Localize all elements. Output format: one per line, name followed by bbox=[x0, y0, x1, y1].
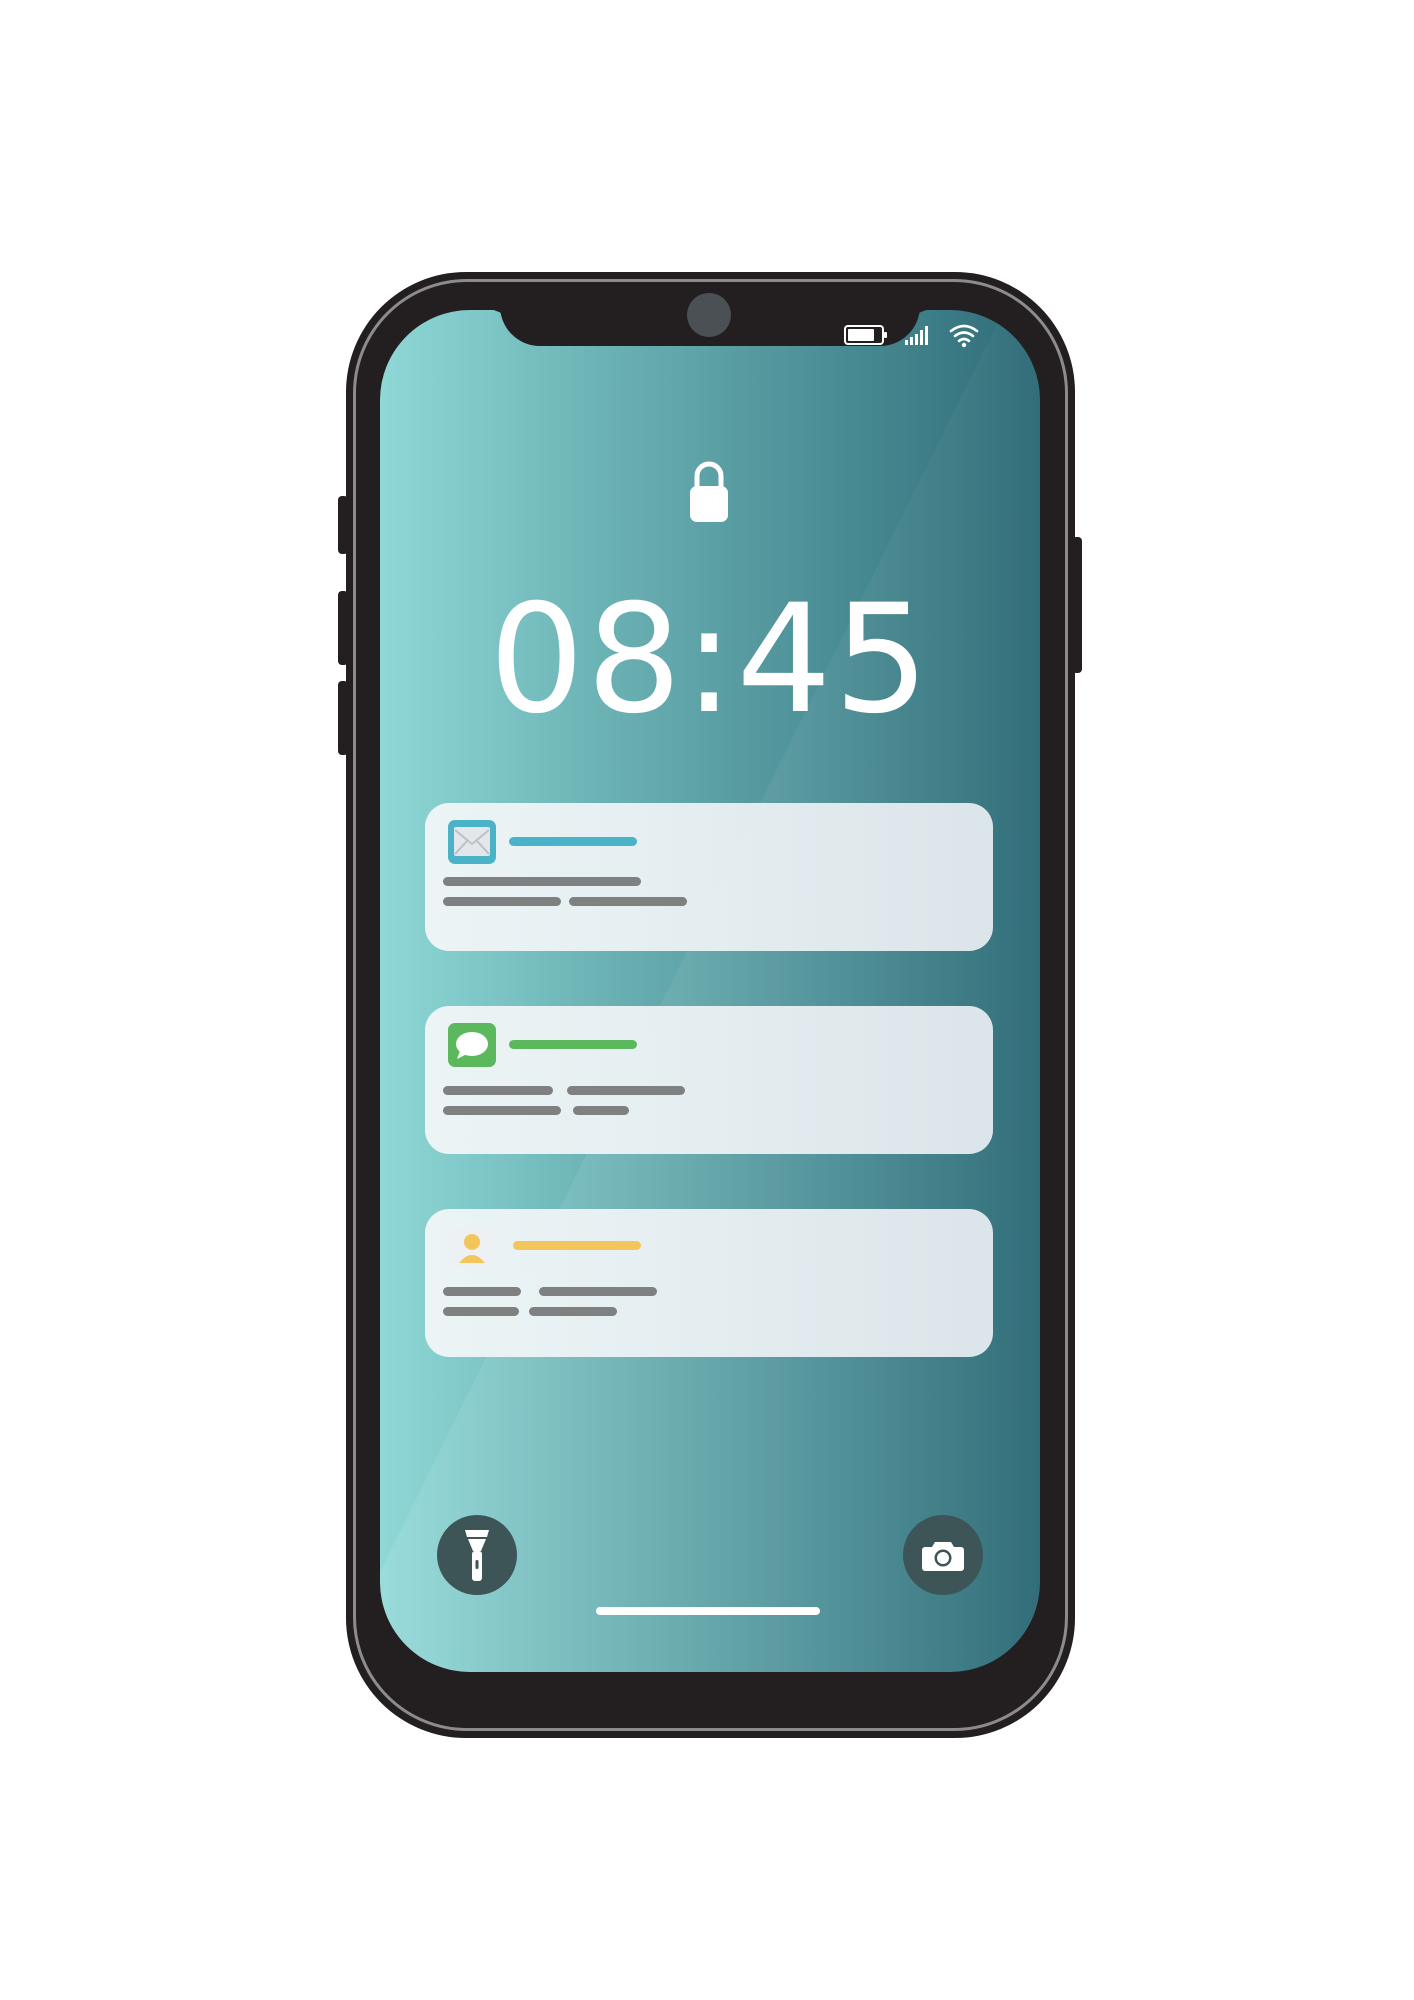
lock-icon bbox=[690, 461, 728, 522]
flashlight-button[interactable] bbox=[437, 1515, 517, 1595]
camera-icon bbox=[922, 1542, 964, 1571]
status-bar bbox=[844, 322, 984, 348]
battery-icon bbox=[844, 325, 887, 345]
mail-icon bbox=[448, 820, 496, 864]
wifi-icon bbox=[949, 324, 979, 348]
contact-icon bbox=[450, 1228, 494, 1268]
notification-text-bar bbox=[443, 1106, 561, 1115]
notification-text-bar bbox=[567, 1086, 685, 1095]
notification-card-message[interactable] bbox=[425, 1006, 993, 1154]
notification-title-bar bbox=[509, 837, 637, 846]
home-indicator[interactable] bbox=[596, 1607, 820, 1615]
lock-screen-clock: 08:45 bbox=[488, 573, 932, 747]
signal-icon bbox=[905, 326, 928, 345]
notification-text-bar bbox=[443, 1307, 519, 1316]
message-icon bbox=[448, 1023, 496, 1067]
notification-text-bar bbox=[569, 897, 687, 906]
notification-title-bar bbox=[513, 1241, 641, 1250]
front-camera bbox=[687, 293, 731, 337]
notification-text-bar bbox=[443, 897, 561, 906]
notification-card-contact[interactable] bbox=[425, 1209, 993, 1357]
notification-text-bar bbox=[539, 1287, 657, 1296]
camera-button[interactable] bbox=[903, 1515, 983, 1595]
notification-text-bar bbox=[443, 1086, 553, 1095]
notification-title-bar bbox=[509, 1040, 637, 1049]
flashlight-icon bbox=[465, 1530, 489, 1581]
notification-card-mail[interactable] bbox=[425, 803, 993, 951]
notification-text-bar bbox=[443, 1287, 521, 1296]
notification-text-bar bbox=[573, 1106, 629, 1115]
notification-text-bar bbox=[529, 1307, 617, 1316]
notification-text-bar bbox=[443, 877, 641, 886]
